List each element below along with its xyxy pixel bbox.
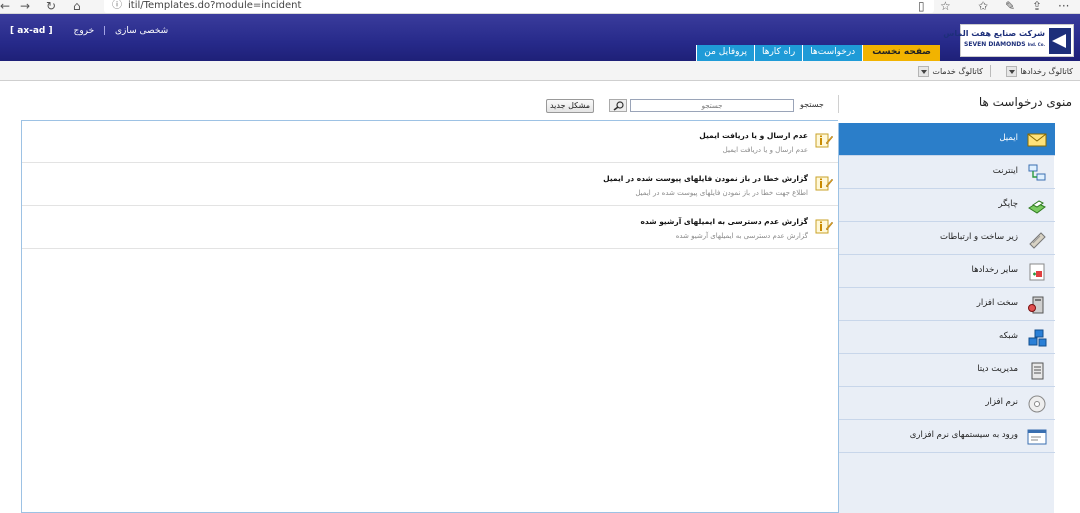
chevron-down-icon[interactable] xyxy=(918,65,930,77)
hardware-icon xyxy=(1028,296,1044,314)
templates-panel: عدم ارسال و یا دریافت ایمیل عدم ارسال و … xyxy=(21,120,838,513)
sidebar-item-label: اینترنت xyxy=(992,166,1018,176)
services-catalog-menu[interactable]: کاتالوگ خدمات xyxy=(918,64,986,78)
template-title[interactable]: عدم ارسال و یا دریافت ایمیل xyxy=(699,131,808,140)
network-icon xyxy=(1028,329,1047,347)
separator: | xyxy=(103,26,107,36)
list-item[interactable]: گزارش عدم دسترسی به ایمیلهای آرشیو شده گ… xyxy=(22,207,838,249)
reload-icon[interactable]: ↻ xyxy=(46,0,56,14)
data-management-icon xyxy=(1031,362,1044,380)
sidebar-item-label: نرم افزار xyxy=(985,397,1018,407)
tab-requests[interactable]: درخواست‌ها xyxy=(802,45,863,61)
web-note-icon[interactable]: ✎ xyxy=(1005,0,1015,14)
sidebar-item-internet[interactable]: اینترنت xyxy=(839,156,1055,189)
email-icon xyxy=(1027,133,1047,147)
sidebar-item-label: زیر ساخت و ارتباطات xyxy=(939,232,1018,242)
other-events-icon xyxy=(1029,263,1045,281)
sidebar-item-label: چاپگر xyxy=(998,199,1018,209)
services-catalog-label[interactable]: کاتالوگ خدمات xyxy=(929,67,986,76)
more-icon[interactable]: ··· xyxy=(1058,0,1069,14)
logo-text-fa: شرکت صنایع هفت الماس xyxy=(943,29,1045,38)
logo-mark-icon xyxy=(1049,28,1071,54)
favorite-star-icon[interactable]: ☆ xyxy=(940,0,951,14)
sidebar-item-printer[interactable]: چاپگر xyxy=(839,189,1055,222)
user-box: شخصی سازی | خروج [ ax-ad ] xyxy=(10,26,168,36)
address-bar[interactable]: ⓘ itil/Templates.do?module=incident xyxy=(104,0,934,13)
tab-solutions[interactable]: راه کارها xyxy=(753,45,803,61)
back-icon[interactable]: ← xyxy=(0,0,10,14)
sidebar-item-software[interactable]: نرم افزار xyxy=(839,387,1055,420)
software-login-icon xyxy=(1027,429,1047,445)
sidebar-item-data-management[interactable]: مدیریت دیتا xyxy=(839,354,1055,387)
template-title[interactable]: گزارش عدم دسترسی به ایمیلهای آرشیو شده xyxy=(640,217,808,226)
internet-icon xyxy=(1028,164,1046,181)
divider xyxy=(990,65,991,77)
sidebar-item-label: شبکه xyxy=(999,331,1018,341)
sidebar-item-other-events[interactable]: سایر رخدادها xyxy=(839,255,1055,288)
software-icon xyxy=(1028,395,1046,413)
printer-icon xyxy=(1028,200,1046,214)
address-url[interactable]: itil/Templates.do?module=incident xyxy=(128,0,301,11)
sidebar-item-label: سایر رخدادها xyxy=(971,265,1018,275)
new-issue-button[interactable]: مشکل جدید xyxy=(546,99,594,113)
sidebar-item-label: سخت افزار xyxy=(976,298,1018,308)
infrastructure-icon xyxy=(1029,232,1046,249)
sidebar-item-email[interactable]: ایمیل xyxy=(839,123,1055,156)
favorites-hub-icon[interactable]: ✩ xyxy=(978,0,988,14)
page-title: منوی درخواست ها xyxy=(978,95,1072,109)
sidebar-item-network[interactable]: شبکه xyxy=(839,321,1055,354)
company-logo: شرکت صنایع هفت الماس SEVEN DIAMONDS Ind.… xyxy=(943,24,1074,57)
sidebar-item-software-login[interactable]: ورود به سیستمهای نرم افزاری xyxy=(839,420,1055,453)
template-description: گزارش عدم دسترسی به ایمیلهای آرشیو شده xyxy=(675,232,808,240)
events-catalog-menu[interactable]: کاتالوگ رخدادها xyxy=(1006,64,1076,78)
template-info-icon xyxy=(815,176,833,191)
template-title[interactable]: گزارش خطا در باز نمودن فایلهای پیوست شده… xyxy=(603,174,808,183)
search-input[interactable] xyxy=(630,99,794,112)
main-tabs: صفحه نخست درخواست‌ها راه کارها پروفایل م… xyxy=(696,45,940,61)
sidebar-item-label: مدیریت دیتا xyxy=(977,364,1018,374)
search-label: جستجو xyxy=(800,100,824,109)
site-info-icon[interactable]: ⓘ xyxy=(112,0,122,11)
personalize-link[interactable]: شخصی سازی xyxy=(115,26,168,36)
browser-toolbar: ← → ↻ ⌂ ⓘ itil/Templates.do?module=incid… xyxy=(0,0,1080,14)
username: [ ax-ad ] xyxy=(10,26,53,36)
template-description: اطلاع جهت خطا در باز نمودن فایلهای پیوست… xyxy=(635,189,808,197)
share-icon[interactable]: ⇪ xyxy=(1032,0,1042,14)
logo-text-en: SEVEN DIAMONDS Ind. Co. xyxy=(964,41,1045,48)
sidebar-item-hardware[interactable]: سخت افزار xyxy=(839,288,1055,321)
search-button[interactable] xyxy=(609,99,627,112)
events-catalog-label[interactable]: کاتالوگ رخدادها xyxy=(1017,67,1076,76)
category-sidebar: ایمیل اینترنت چاپگر زیر ساخت و ارتباطات … xyxy=(838,123,1055,513)
template-info-icon xyxy=(815,133,833,148)
template-info-icon xyxy=(815,219,833,234)
sidebar-item-label: ایمیل xyxy=(999,133,1018,143)
divider xyxy=(838,95,839,113)
list-item[interactable]: گزارش خطا در باز نمودن فایلهای پیوست شده… xyxy=(22,164,838,206)
sidebar-item-label: ورود به سیستمهای نرم افزاری xyxy=(909,430,1018,440)
logout-link[interactable]: خروج xyxy=(74,26,95,36)
sidebar-item-infrastructure[interactable]: زیر ساخت و ارتباطات xyxy=(839,222,1055,255)
catalog-bar: کاتالوگ رخدادها کاتالوگ خدمات xyxy=(0,61,1080,81)
reading-view-icon[interactable]: ▯ xyxy=(918,0,925,14)
home-icon[interactable]: ⌂ xyxy=(73,0,81,14)
forward-icon[interactable]: → xyxy=(20,0,30,14)
list-item[interactable]: عدم ارسال و یا دریافت ایمیل عدم ارسال و … xyxy=(22,121,838,163)
template-description: عدم ارسال و یا دریافت ایمیل xyxy=(722,146,808,154)
tab-my-profile[interactable]: پروفایل من xyxy=(696,45,754,61)
tab-home[interactable]: صفحه نخست xyxy=(862,45,940,61)
chevron-down-icon[interactable] xyxy=(1006,65,1018,77)
search-icon xyxy=(613,101,624,111)
app-header: شخصی سازی | خروج [ ax-ad ] شرکت صنایع هف… xyxy=(0,14,1080,61)
